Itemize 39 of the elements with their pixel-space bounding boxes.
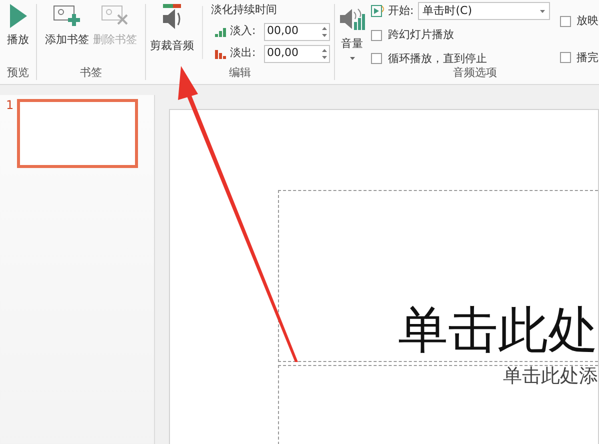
duration-field[interactable]: 00,00 [264,44,330,62]
bookmark-remove-icon [101,4,129,26]
checkbox[interactable] [371,30,382,41]
play-icon [10,4,26,28]
checkbox-label: 放映 [576,13,599,29]
bookmark-add-icon [53,4,81,26]
play-button[interactable]: 播放 [7,4,29,48]
slide-title: 单击此处 [398,305,598,355]
fade-label: 淡入: [230,23,257,40]
spin-icon[interactable] [322,48,327,60]
start-label: 开始: [388,2,414,19]
checkbox[interactable] [560,52,571,64]
volume-button[interactable]: 音量 [339,2,365,67]
group-label: 编辑 [229,67,251,78]
checkbox[interactable] [560,16,571,27]
subtitle-placeholder[interactable]: 单击此处添 [278,365,598,444]
fade-out-icon [215,48,226,58]
spin-icon[interactable] [322,26,327,38]
slide-thumbnail[interactable] [16,99,138,168]
checkbox-label: 播完 [576,50,599,66]
checkbox[interactable] [371,53,382,64]
group-label: 音频选项 [453,67,497,78]
add-bookmark-button[interactable]: 添加书签 [45,4,89,48]
duration-field[interactable]: 00,00 [264,22,330,40]
group-label: 预览 [7,67,29,78]
checkbox-label: 跨幻灯片播放 [388,27,454,43]
dropdown-arrow-icon [540,10,545,12]
start-dropdown[interactable]: 单击时(C) [418,2,550,20]
group-label: 书签 [80,67,102,78]
slide-subtitle: 单击此处添 [503,367,598,389]
fade-label: 淡出: [230,45,257,62]
fade-in-icon [215,26,226,36]
slide-number: 1 [6,99,14,111]
start-icon [371,5,384,17]
trim-audio-button[interactable]: 剪裁音频 [150,2,194,62]
volume-icon [339,6,365,32]
fade-duration-label: 淡化持续时间 [211,2,278,18]
checkbox-label: 循环播放，直到停止 [388,50,487,66]
caret-icon [350,56,354,60]
